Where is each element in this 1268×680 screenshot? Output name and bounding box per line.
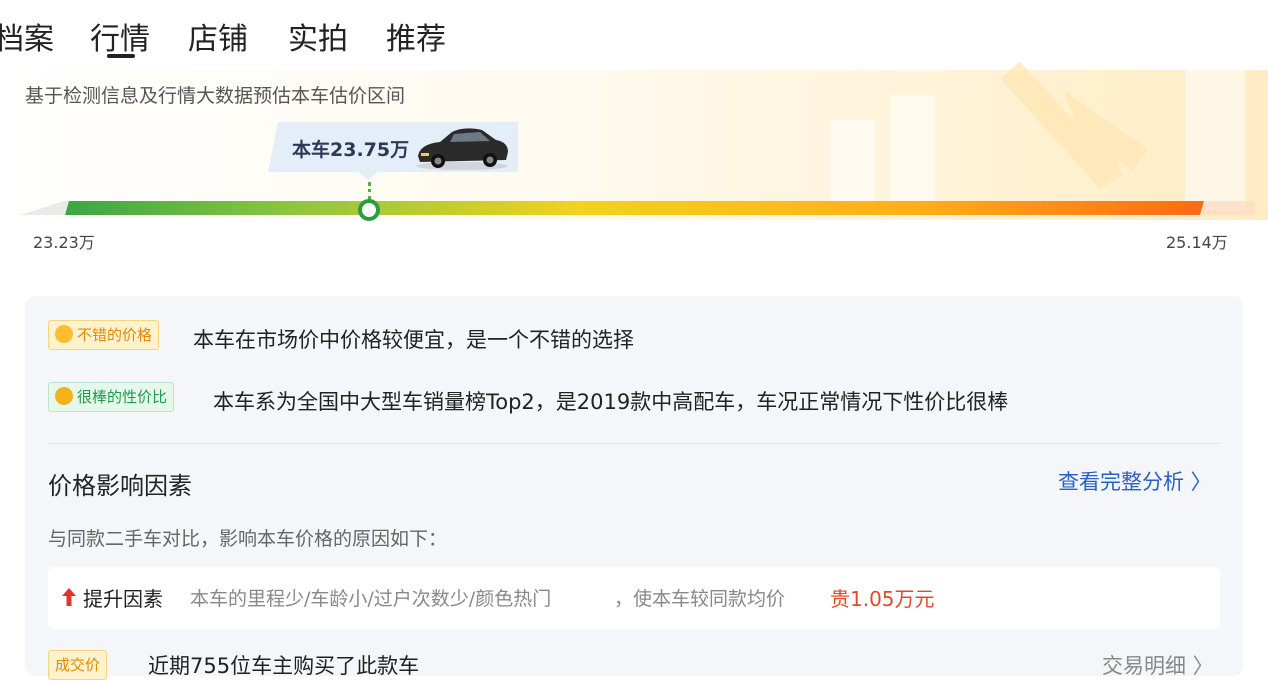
price-up-amount: 贵1.05万元 (830, 587, 935, 611)
marker-connector (368, 182, 371, 200)
range-min-label: 23.23万 (33, 233, 95, 252)
estimate-subtitle: 基于检测信息及行情大数据预估本车估价区间 (25, 85, 406, 107)
good-price-tag-label: 不错的价格 (77, 326, 153, 344)
range-max-label: 25.14万 (1166, 233, 1228, 252)
value-tag-label: 很棒的性价比 (77, 388, 168, 406)
good-price-tag: 不错的价格 (48, 320, 160, 350)
price-range-bar (20, 201, 1255, 215)
arrow-up-icon (62, 588, 76, 606)
recent-buyers-text: 近期755位车主购买了此款车 (148, 654, 420, 678)
price-up-reasons: 本车的里程少/车龄小/过户次数少/颜色热门 (190, 588, 552, 610)
current-price-label: 本车23.75万 (292, 139, 410, 161)
deal-price-tag: 成交价 (48, 650, 108, 680)
good-price-text: 本车在市场价中价格较便宜，是一个不错的选择 (193, 328, 634, 352)
value-tag: 很棒的性价比 (48, 382, 175, 412)
factors-title: 价格影响因素 (48, 472, 192, 500)
divider (48, 443, 1220, 444)
price-up-compare: ，使本车较同款均价 (614, 588, 786, 610)
background-chart-decoration (830, 61, 1245, 210)
car-image (416, 128, 508, 170)
factors-description: 与同款二手车对比，影响本车价格的原因如下： (48, 528, 448, 550)
value-text: 本车系为全国中大型车销量榜Top2，是2019款中高配车，车况正常情况下性价比很… (213, 390, 1009, 414)
price-up-label: 提升因素 (83, 587, 163, 611)
deal-details-link[interactable]: 交易明细 〉 (1102, 650, 1214, 680)
smile-emoji-icon (55, 325, 73, 343)
current-price-marker (358, 199, 380, 221)
view-full-analysis-link[interactable]: 查看完整分析 〉 (1058, 466, 1212, 496)
star-eyes-emoji-icon (55, 387, 73, 405)
